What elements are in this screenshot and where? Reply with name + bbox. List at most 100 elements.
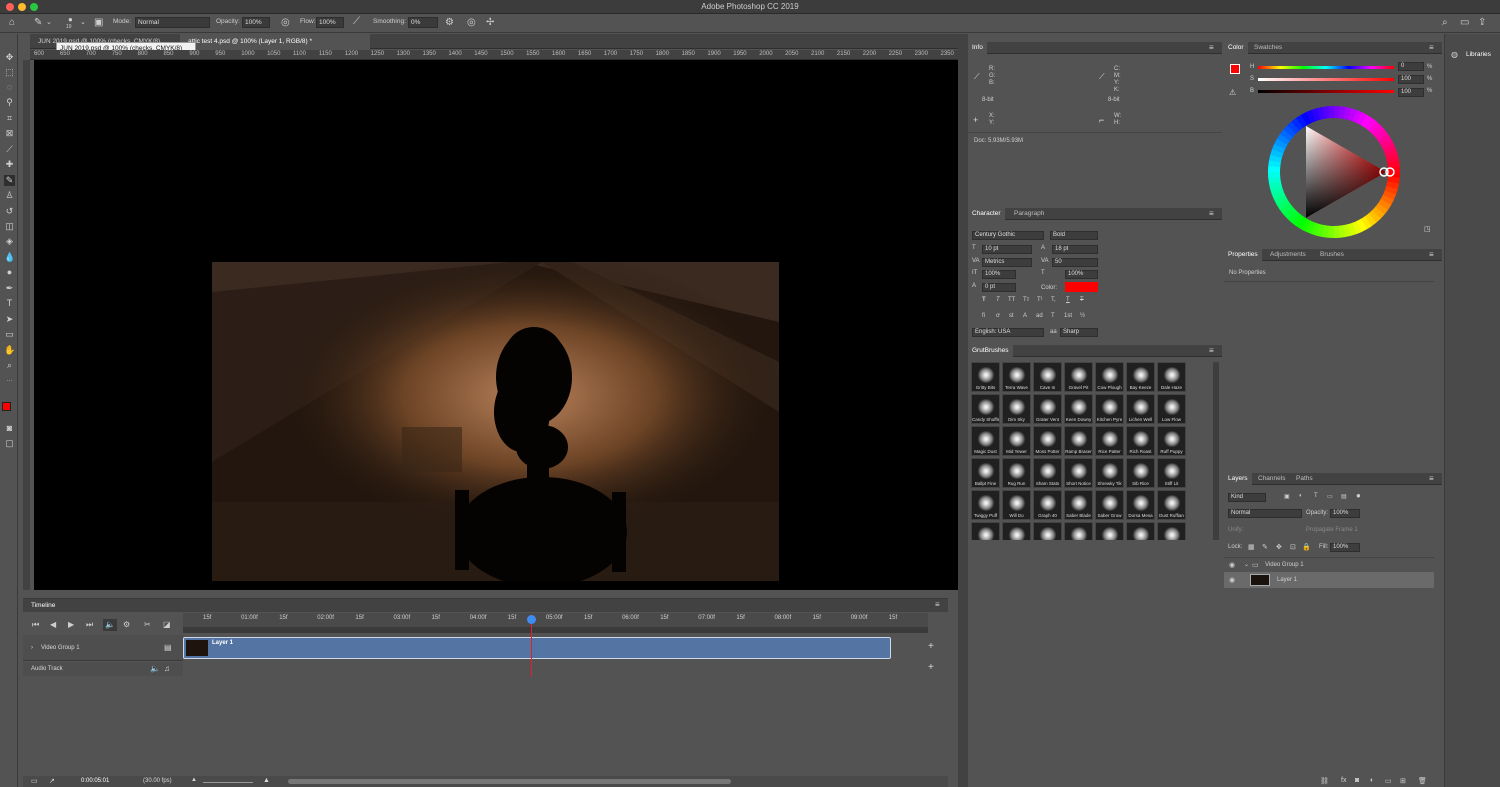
screen-mode-icon[interactable]: ▢ bbox=[4, 438, 15, 449]
path-select-tool-icon[interactable]: ➤ bbox=[4, 314, 15, 325]
brush-preset[interactable]: Will Do bbox=[1002, 490, 1031, 520]
gear-icon[interactable]: ⚙ bbox=[445, 17, 454, 29]
brush-preset[interactable]: Low Flow bbox=[1157, 394, 1186, 424]
brush-preset[interactable]: Lichen Well bbox=[1126, 394, 1155, 424]
tab-character[interactable]: Character bbox=[968, 208, 1005, 220]
brush-preset[interactable] bbox=[1095, 522, 1124, 540]
fractions-button[interactable]: ½ bbox=[1080, 313, 1085, 319]
lasso-tool-icon[interactable]: ◌ bbox=[4, 82, 15, 93]
link-layers-icon[interactable]: ⛓ bbox=[1320, 777, 1329, 785]
quick-select-tool-icon[interactable]: ⚲ bbox=[4, 97, 15, 108]
playhead[interactable] bbox=[526, 615, 536, 677]
timeline-ruler[interactable]: 15f 01:00f 15f 02:00f 15f 03:00f 15f 04:00f 15f 0… bbox=[183, 613, 928, 627]
antialias-select[interactable]: Sharp bbox=[1060, 328, 1098, 337]
lock-artboard-icon[interactable]: ⊡ bbox=[1290, 543, 1296, 551]
all-caps-button[interactable]: TT bbox=[1008, 297, 1015, 303]
text-color-swatch[interactable] bbox=[1065, 282, 1098, 292]
doc-tab-active[interactable]: attic test 4.psd @ 100% (Layer 1, RGB/8)… bbox=[180, 34, 370, 49]
split-scissors-icon[interactable]: ✂ bbox=[144, 619, 151, 631]
lock-pixels-icon[interactable]: ▦ bbox=[1248, 543, 1255, 551]
zoom-out-icon[interactable]: ▲ bbox=[191, 777, 197, 783]
brush-preset[interactable]: Dorsa Mesa bbox=[1126, 490, 1155, 520]
brush-preset[interactable] bbox=[1002, 522, 1031, 540]
brush-preset[interactable]: Candy Shuffle bbox=[971, 394, 1000, 424]
subscript-button[interactable]: T, bbox=[1051, 297, 1056, 303]
tab-info[interactable]: Info bbox=[968, 42, 987, 54]
brush-tool-icon[interactable]: ✎ bbox=[4, 175, 15, 186]
symmetry-icon[interactable]: ✢ bbox=[486, 17, 494, 29]
horizontal-scale-field[interactable]: 100% bbox=[1065, 270, 1098, 279]
panel-menu-icon[interactable]: ≡ bbox=[1429, 474, 1434, 483]
convert-icon[interactable]: ↗ bbox=[49, 777, 55, 785]
brush-preset[interactable]: Dim Sky bbox=[1002, 394, 1031, 424]
stamp-tool-icon[interactable]: ♙ bbox=[4, 190, 15, 201]
opacity-field[interactable]: 100% bbox=[242, 17, 270, 28]
tab-layers[interactable]: Layers bbox=[1224, 473, 1252, 485]
hue-slider[interactable] bbox=[1258, 66, 1394, 69]
chevron-down-icon[interactable]: ⌄ bbox=[46, 17, 52, 29]
expand-icon[interactable]: ◳ bbox=[1424, 225, 1431, 233]
brush-preset[interactable]: Bay Keeze bbox=[1126, 362, 1155, 392]
brush-preset[interactable] bbox=[1064, 522, 1093, 540]
faux-italic-button[interactable]: T bbox=[996, 297, 1000, 303]
brush-preset[interactable]: Stiff Lit bbox=[1157, 458, 1186, 488]
play-icon[interactable]: ▶ bbox=[68, 619, 74, 631]
chevron-down-icon[interactable]: ⌄ bbox=[80, 17, 86, 29]
panel-menu-icon[interactable]: ≡ bbox=[1209, 43, 1214, 52]
render-icon[interactable]: ▭ bbox=[31, 777, 38, 785]
tab-channels[interactable]: Channels bbox=[1254, 473, 1289, 485]
tab-brushes[interactable]: Brushes bbox=[1316, 249, 1348, 261]
saturation-slider[interactable] bbox=[1258, 78, 1394, 81]
brush-preset[interactable] bbox=[1126, 522, 1155, 540]
brush-preset[interactable]: Moss Potter bbox=[1033, 426, 1062, 456]
panel-menu-icon[interactable]: ≡ bbox=[935, 600, 940, 609]
brushes-scrollbar[interactable] bbox=[1213, 362, 1219, 540]
brightness-slider[interactable] bbox=[1258, 90, 1394, 93]
ellipsis-icon[interactable]: ··· bbox=[4, 376, 15, 387]
visibility-eye-icon[interactable]: ◉ bbox=[1229, 576, 1235, 584]
home-icon[interactable]: ⌂ bbox=[9, 17, 15, 29]
lock-image-icon[interactable]: ✎ bbox=[1262, 543, 1268, 551]
tracking-field[interactable]: 50 bbox=[1052, 258, 1098, 267]
hand-tool-icon[interactable]: ✋ bbox=[4, 345, 15, 356]
brush-preset[interactable] bbox=[971, 522, 1000, 540]
transition-icon[interactable]: ◪ bbox=[163, 619, 171, 631]
brush-preset[interactable]: Graph 40 bbox=[1033, 490, 1062, 520]
fx-icon[interactable]: fx bbox=[1341, 777, 1346, 784]
smoothing-field[interactable]: 0% bbox=[408, 17, 438, 28]
crop-tool-icon[interactable]: ⌗ bbox=[4, 113, 15, 124]
tab-grutbrushes[interactable]: GrutBrushes bbox=[968, 345, 1013, 357]
zoom-tool-icon[interactable]: ⌕ bbox=[4, 360, 15, 371]
rectangle-tool-icon[interactable]: ▭ bbox=[4, 329, 15, 340]
b-field[interactable]: 100 bbox=[1398, 88, 1424, 97]
lock-position-icon[interactable]: ✥ bbox=[1276, 543, 1282, 551]
foreground-swatch[interactable] bbox=[1230, 64, 1240, 74]
document-canvas[interactable] bbox=[34, 60, 958, 590]
speaker-icon[interactable]: 🔈 bbox=[150, 664, 160, 673]
brush-preset[interactable] bbox=[1157, 522, 1186, 540]
layer-opacity-field[interactable]: 100% bbox=[1330, 509, 1360, 518]
ligatures-button[interactable]: fi bbox=[982, 313, 985, 319]
brush-preset[interactable]: Sham Stats bbox=[1033, 458, 1062, 488]
zoom-in-icon[interactable]: ▲ bbox=[263, 777, 270, 784]
superscript-button[interactable]: T¹ bbox=[1037, 297, 1043, 303]
layer-row-selected[interactable]: ◉ Layer 1 bbox=[1224, 572, 1434, 588]
brush-preset[interactable]: Mid Yewer bbox=[1002, 426, 1031, 456]
layer-filter-select[interactable]: Kind bbox=[1228, 493, 1266, 502]
ordinals-button[interactable]: 1st bbox=[1064, 313, 1072, 319]
brush-preset[interactable]: Ramp Braser bbox=[1064, 426, 1093, 456]
playhead-handle[interactable] bbox=[526, 615, 536, 624]
type-filter-icon[interactable]: T bbox=[1314, 493, 1318, 499]
mute-audio-icon[interactable]: 🔈 bbox=[103, 619, 117, 631]
panel-menu-icon[interactable]: ≡ bbox=[1209, 346, 1214, 355]
adjustment-layer-icon[interactable]: ◐ bbox=[1370, 777, 1374, 784]
brush-preset[interactable]: Dust Ruffian bbox=[1157, 490, 1186, 520]
hue-wheel[interactable] bbox=[1266, 104, 1402, 240]
video-track-header[interactable]: › Video Group 1 ▤ bbox=[23, 635, 183, 661]
brush-preset[interactable]: Short Notice bbox=[1064, 458, 1093, 488]
faux-bold-button[interactable]: T bbox=[982, 297, 986, 303]
brush-preset[interactable]: Twiggy Puff bbox=[971, 490, 1000, 520]
kerning-field[interactable]: Metrics bbox=[982, 258, 1032, 267]
zoom-slider[interactable] bbox=[203, 782, 253, 783]
dodge-tool-icon[interactable]: ● bbox=[4, 267, 15, 278]
